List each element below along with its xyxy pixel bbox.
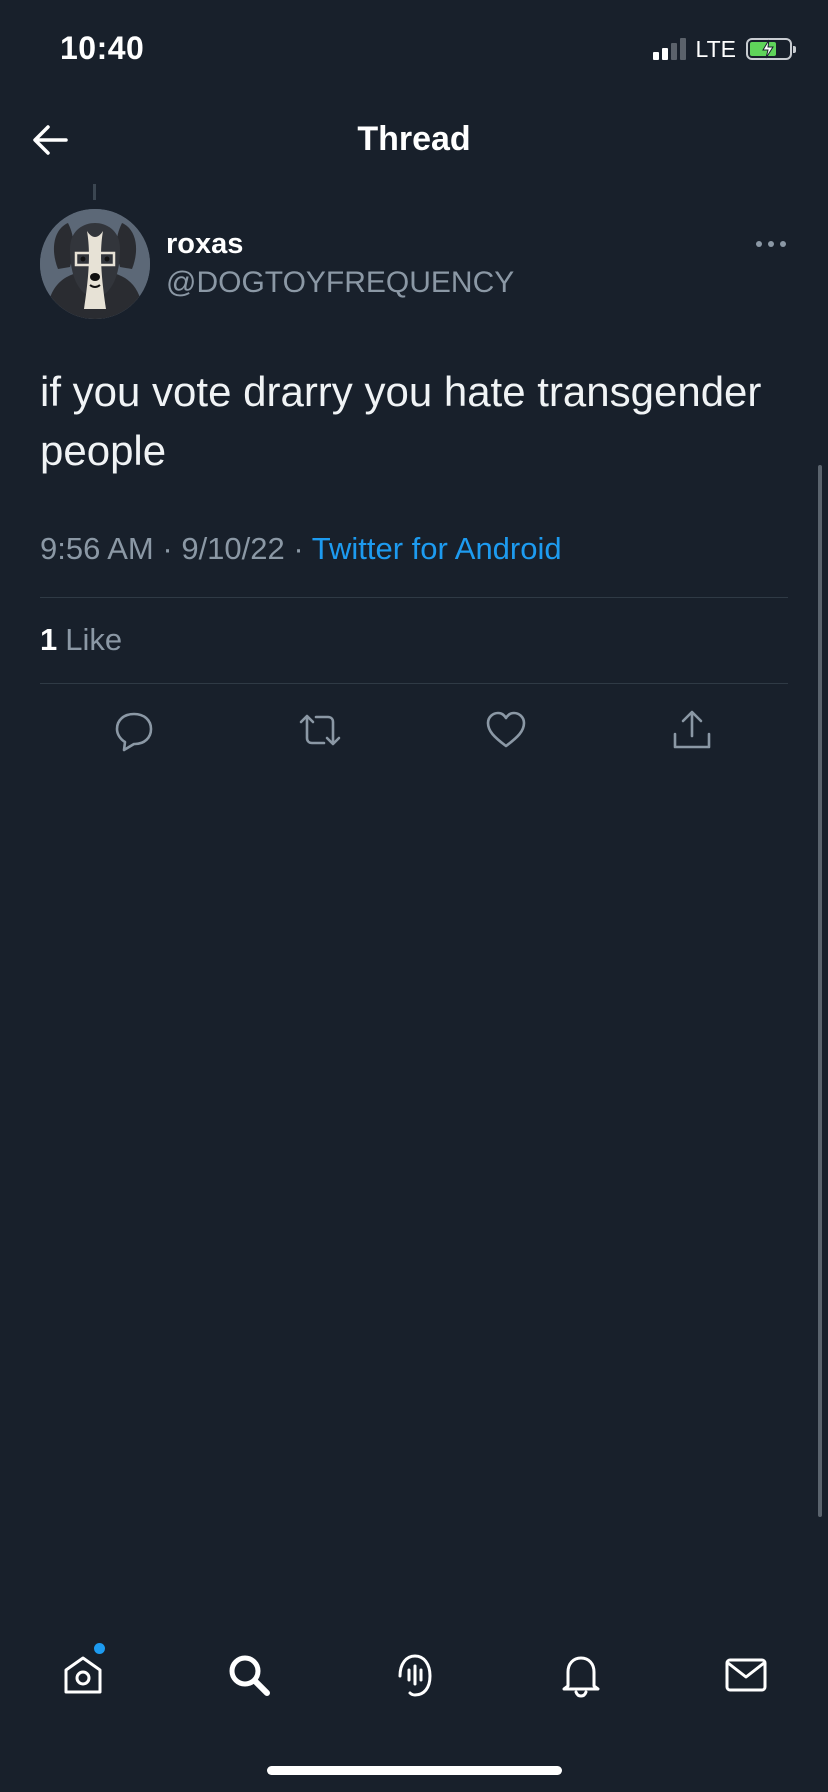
- status-indicators: LTE: [652, 34, 796, 64]
- tab-home[interactable]: [58, 1650, 108, 1700]
- tweet-date: 9/10/22: [181, 531, 285, 566]
- scrollbar[interactable]: [818, 465, 822, 1517]
- dog-avatar-image: [40, 209, 150, 319]
- user-handle[interactable]: @DOGTOYFREQUENCY: [166, 266, 514, 300]
- reply-button[interactable]: [112, 708, 156, 752]
- home-icon: [64, 1656, 102, 1694]
- notifications-icon: [562, 1656, 600, 1698]
- like-button[interactable]: [484, 708, 528, 752]
- divider: [40, 683, 788, 684]
- reply-icon: [115, 712, 153, 752]
- likes-count-link[interactable]: 1 Like: [40, 622, 122, 658]
- display-name[interactable]: roxas: [166, 228, 243, 261]
- more-horizontal-icon: [756, 241, 786, 247]
- like-icon: [486, 711, 526, 748]
- home-indicator[interactable]: [267, 1766, 562, 1775]
- navigation-header: Thread: [0, 100, 828, 180]
- status-time: 10:40: [60, 30, 145, 66]
- tweet-metadata: 9:56 AM · 9/10/22 · Twitter for Android: [40, 531, 562, 567]
- retweet-button[interactable]: [298, 708, 342, 752]
- tweet-time: 9:56 AM: [40, 531, 154, 566]
- tab-spaces[interactable]: [390, 1650, 440, 1700]
- share-button[interactable]: [670, 708, 714, 752]
- signal-icon: [652, 38, 686, 60]
- bottom-tab-bar: [0, 1630, 828, 1730]
- spaces-icon: [398, 1654, 432, 1697]
- tab-messages[interactable]: [721, 1650, 771, 1700]
- like-label: Like: [65, 622, 123, 657]
- tweet-source-link[interactable]: Twitter for Android: [312, 531, 562, 566]
- tab-notifications[interactable]: [556, 1650, 606, 1700]
- page-title: Thread: [357, 120, 471, 158]
- divider: [40, 597, 788, 598]
- status-bar: 10:40 LTE: [0, 0, 828, 100]
- like-count: 1: [40, 622, 58, 657]
- tweet-text: if you vote drarry you hate transgender …: [40, 368, 762, 474]
- retweet-icon: [299, 714, 341, 746]
- search-icon: [229, 1655, 270, 1696]
- share-icon: [673, 710, 711, 749]
- home-notification-dot: [94, 1643, 105, 1654]
- thread-connector-line: [93, 184, 96, 200]
- tab-search[interactable]: [224, 1650, 274, 1700]
- battery-icon: [746, 38, 796, 60]
- meta-separator: ·: [293, 531, 304, 566]
- network-label: LTE: [695, 35, 736, 62]
- avatar[interactable]: [40, 209, 150, 319]
- meta-separator: ·: [162, 531, 173, 566]
- more-options-button[interactable]: [753, 236, 789, 252]
- messages-icon: [725, 1658, 767, 1692]
